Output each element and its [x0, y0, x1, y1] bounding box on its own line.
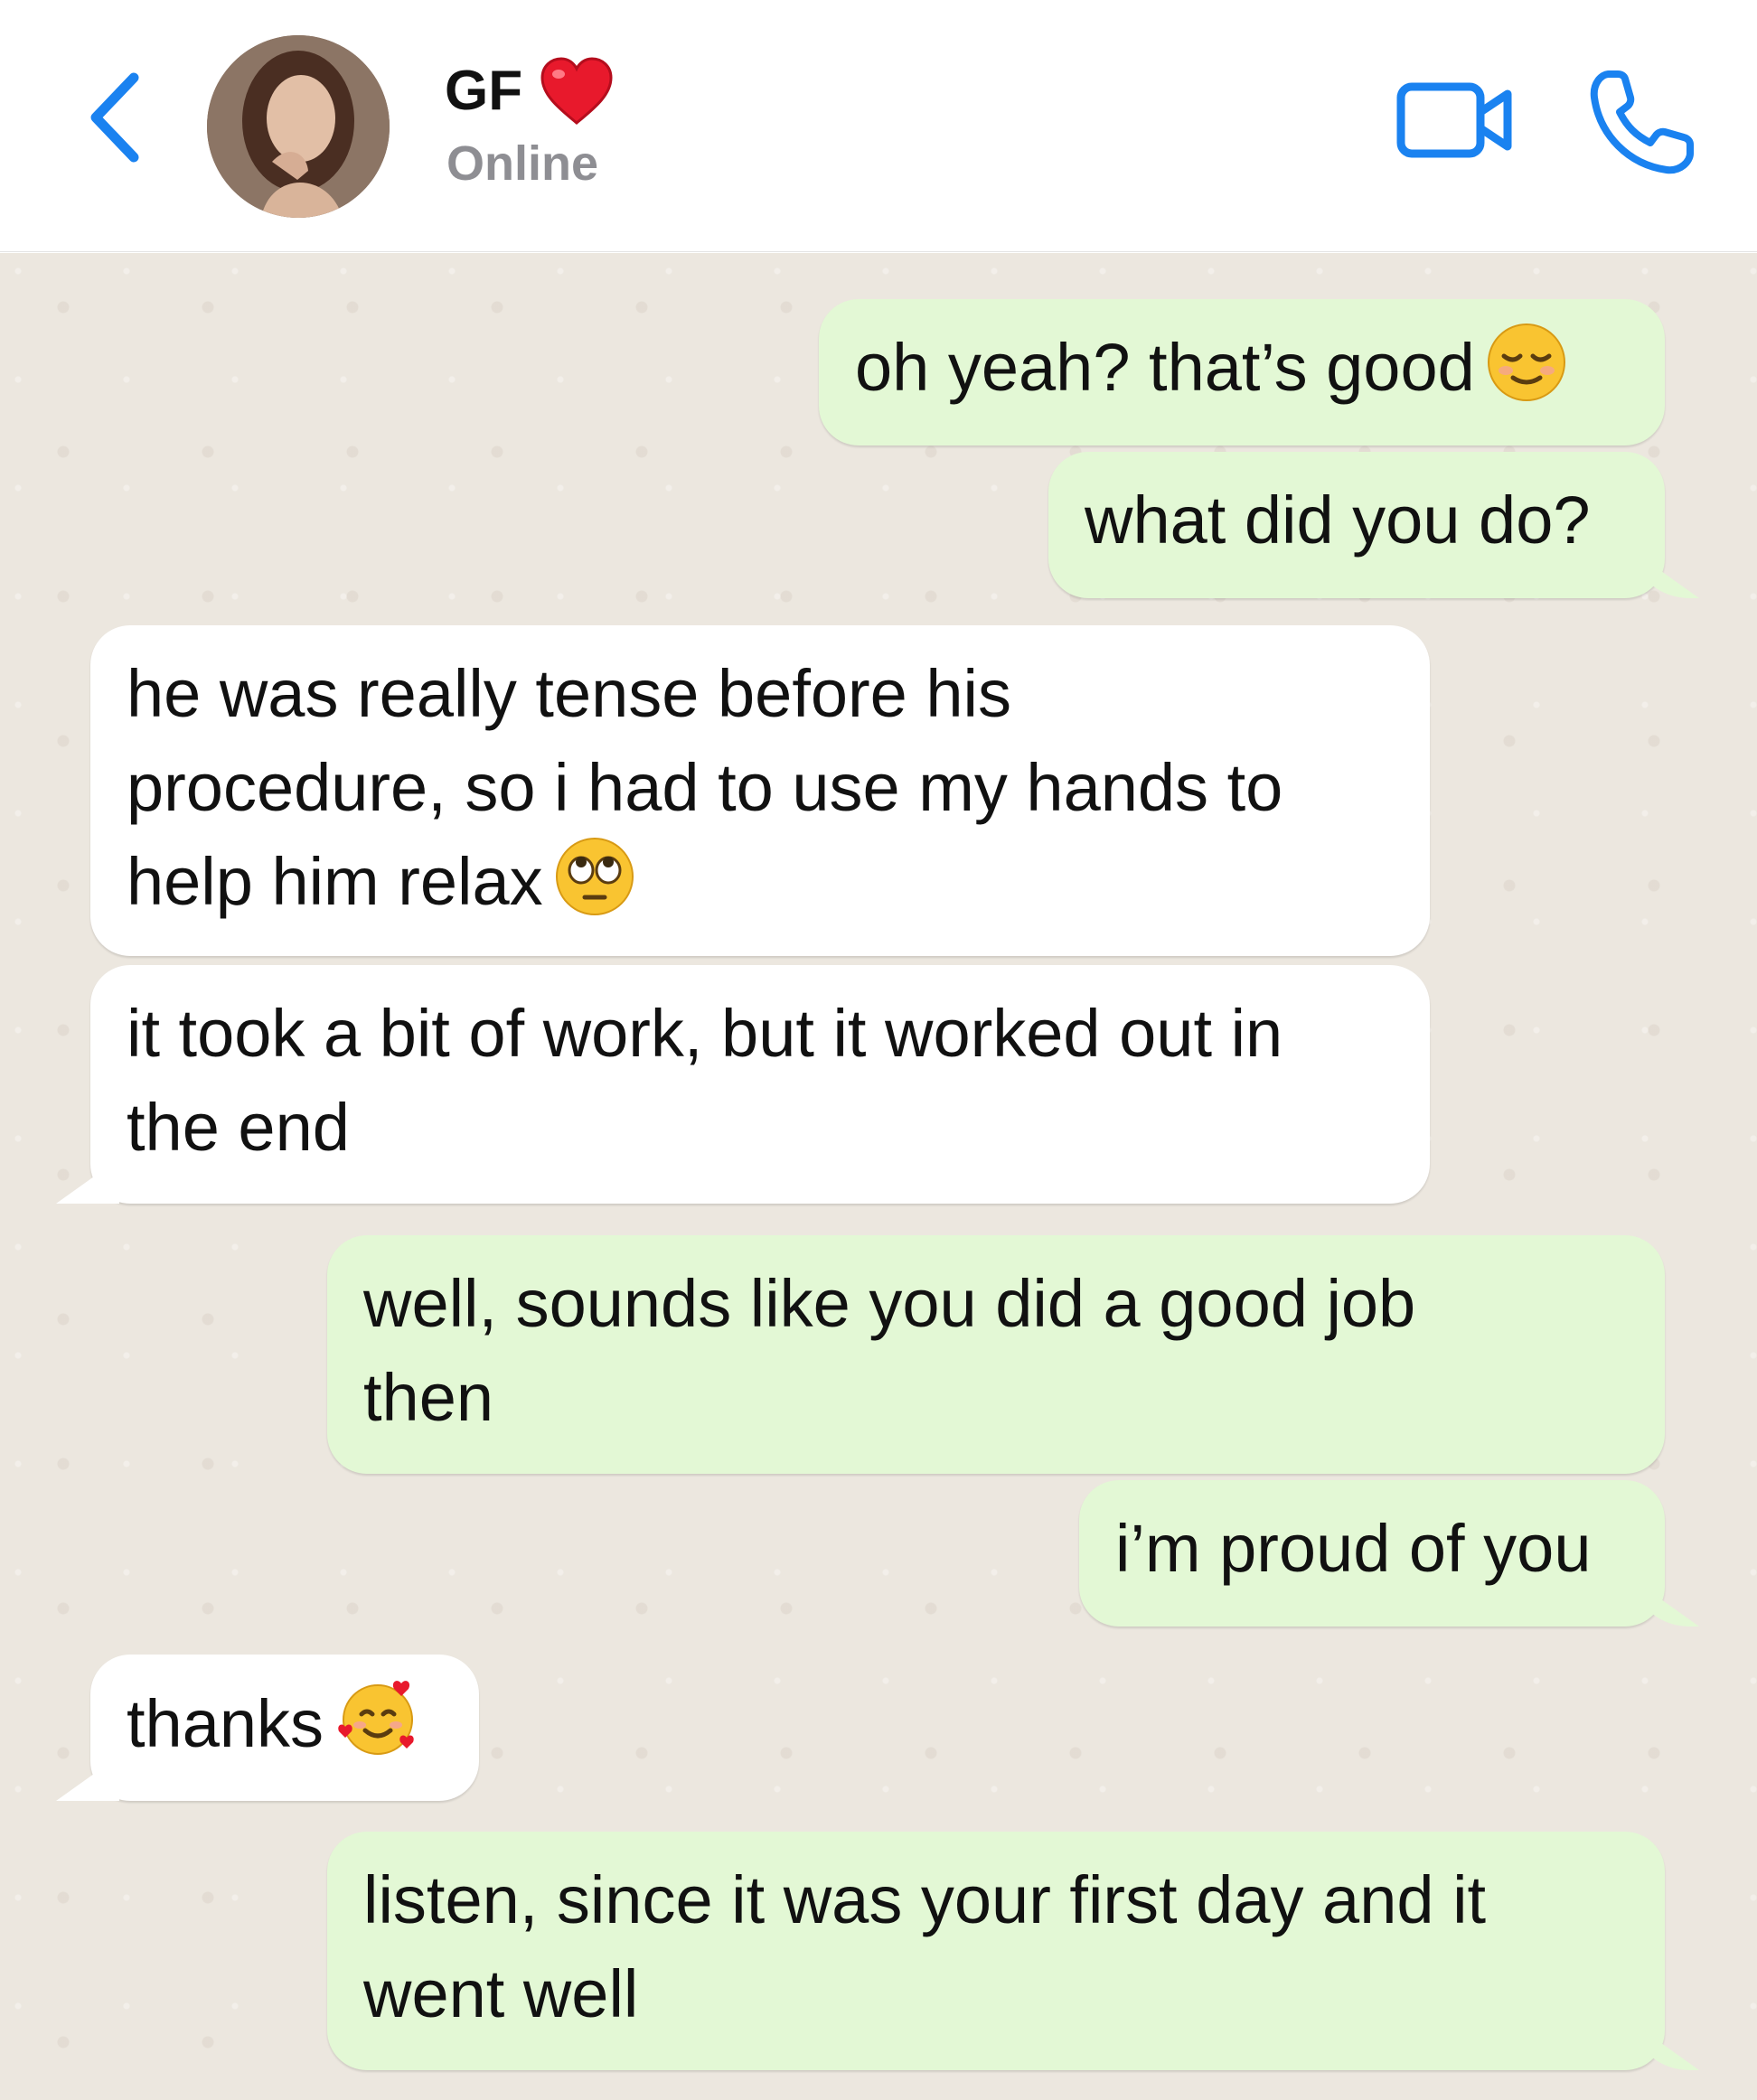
contact-name-text: GF — [445, 59, 523, 122]
back-button[interactable] — [80, 63, 152, 172]
chat-header: GF Online — [0, 0, 1757, 252]
message-text-line: help him relax — [127, 844, 543, 919]
message-text: i’m proud of you — [1115, 1511, 1592, 1586]
message-text-line: well, sounds like you did a good job — [363, 1266, 1416, 1341]
message-incoming[interactable]: it took a bit of work, but it worked out… — [90, 965, 1430, 1204]
video-camera-icon — [1396, 82, 1512, 158]
back-chevron-icon — [90, 72, 139, 163]
voice-call-button[interactable] — [1582, 63, 1699, 181]
message-text-line: the end — [127, 1090, 350, 1165]
message-outgoing[interactable]: what did you do? — [1048, 452, 1665, 598]
phone-icon — [1590, 70, 1694, 174]
message-text-line: listen, since it was your first day and … — [363, 1862, 1487, 1937]
message-outgoing[interactable]: listen, since it was your first day and … — [327, 1832, 1665, 2070]
relieved-face-icon — [1487, 323, 1565, 401]
message-incoming[interactable]: he was really tense before his procedure… — [90, 625, 1430, 956]
rolling-eyes-face-icon — [555, 838, 634, 915]
contact-status: Online — [446, 136, 599, 191]
message-text: thanks — [127, 1686, 324, 1761]
avatar-photo — [207, 35, 390, 218]
message-text-line: went well — [363, 1956, 639, 2031]
message-outgoing[interactable]: oh yeah? that’s good — [819, 299, 1665, 445]
message-text-line: it took a bit of work, but it worked out… — [127, 996, 1283, 1071]
contact-avatar[interactable] — [207, 35, 390, 218]
message-text-line: procedure, so i had to use my hands to — [127, 750, 1283, 825]
message-outgoing[interactable]: well, sounds like you did a good job the… — [327, 1235, 1665, 1474]
chat-area[interactable]: oh yeah? that’s good what did you do? he… — [0, 253, 1757, 2100]
video-call-button[interactable] — [1392, 70, 1518, 170]
message-outgoing[interactable]: i’m proud of you — [1079, 1480, 1665, 1627]
smiling-face-with-hearts-icon — [338, 1681, 414, 1755]
message-text: what did you do? — [1085, 483, 1591, 558]
red-heart-icon — [540, 57, 613, 125]
message-text: oh yeah? that’s good — [855, 330, 1475, 405]
contact-name[interactable]: GF — [445, 56, 615, 125]
message-text-line: then — [363, 1360, 494, 1435]
message-incoming[interactable]: thanks — [90, 1655, 479, 1801]
message-text-line: he was really tense before his — [127, 656, 1011, 731]
